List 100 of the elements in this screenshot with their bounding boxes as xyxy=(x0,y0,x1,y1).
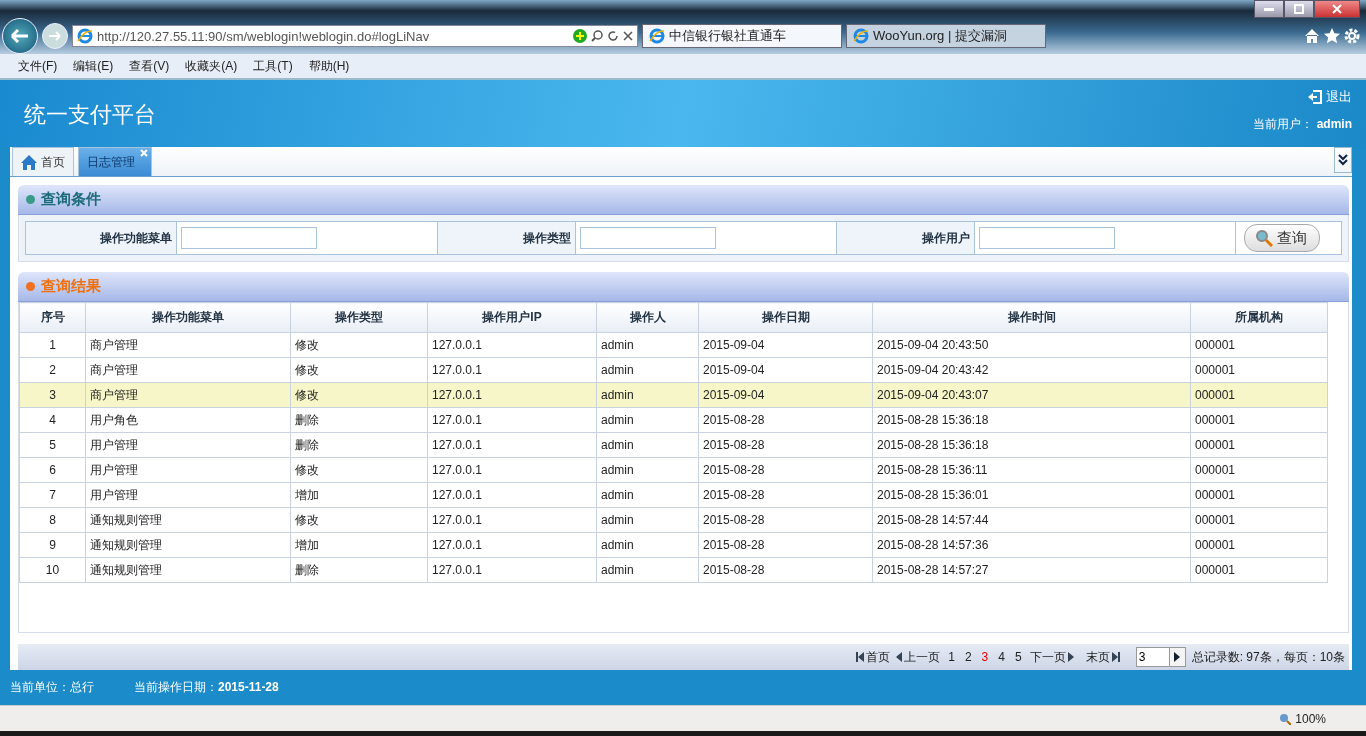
table-row[interactable]: 3 商户管理 修改 127.0.0.1 admin 2015-09-04 2015-09-04 20:43:07 000001 xyxy=(19,382,1328,408)
page-tab[interactable]: 首页 xyxy=(12,147,74,177)
page-link[interactable]: 4 xyxy=(996,650,1007,665)
table-row[interactable]: 10 通知规则管理 删除 127.0.0.1 admin 2015-08-28 2015-08-28 14:57:27 000001 xyxy=(19,557,1328,583)
table-cell: admin xyxy=(596,332,699,358)
column-header: 操作类型 xyxy=(290,302,428,333)
table-cell: 1 xyxy=(19,332,86,358)
unit-value: 总行 xyxy=(70,680,94,694)
next-page-link[interactable]: 下一页 xyxy=(1029,648,1074,666)
table-cell: 000001 xyxy=(1190,507,1328,533)
search-field[interactable] xyxy=(181,227,317,250)
last-page-link[interactable]: 末页 xyxy=(1085,648,1120,666)
table-row[interactable]: 8 通知规则管理 修改 127.0.0.1 admin 2015-08-28 2015-08-28 14:57:44 000001 xyxy=(19,507,1328,533)
close-button[interactable] xyxy=(1314,0,1360,18)
table-cell: 删除 xyxy=(290,557,428,583)
menu-item[interactable]: 文件(F) xyxy=(18,57,58,75)
table-cell: 2015-08-28 xyxy=(698,407,873,433)
table-cell: 000001 xyxy=(1190,382,1328,408)
table-cell: 2015-08-28 xyxy=(698,482,873,508)
prev-page-link[interactable]: 上一页 xyxy=(896,648,941,666)
browser-tab[interactable]: WooYun.org | 提交漏洞 xyxy=(846,24,1046,48)
page-input[interactable]: 3 xyxy=(1135,647,1170,668)
browser-tab[interactable]: 中信银行银社直通车 xyxy=(642,24,842,48)
table-row[interactable]: 2 商户管理 修改 127.0.0.1 admin 2015-09-04 2015-09-04 20:43:42 000001 xyxy=(19,357,1328,383)
chevron-down-icon xyxy=(1338,154,1348,167)
bullet-icon xyxy=(26,195,35,205)
table-cell: 8 xyxy=(19,507,86,533)
page-tab[interactable]: 日志管理 xyxy=(78,147,152,177)
triangle-left-icon xyxy=(896,652,903,663)
table-cell: 2015-09-04 20:43:42 xyxy=(872,357,1191,383)
table-cell: 2015-09-04 20:43:07 xyxy=(872,382,1191,408)
table-cell: 127.0.0.1 xyxy=(427,407,597,433)
home-icon[interactable] xyxy=(1304,28,1320,44)
column-header: 操作功能菜单 xyxy=(85,302,291,333)
table-cell: 用户角色 xyxy=(85,407,291,433)
address-bar[interactable]: http://120.27.55.11:90/sm/weblogin!weblogin.do#logLiNav xyxy=(72,25,638,47)
page-link[interactable]: 5 xyxy=(1012,650,1024,665)
page-link[interactable]: 1 xyxy=(946,650,957,665)
minimize-button[interactable] xyxy=(1254,0,1284,18)
section-title: 查询结果 xyxy=(41,277,101,297)
star-icon[interactable] xyxy=(1324,28,1340,44)
table-row[interactable]: 7 用户管理 增加 127.0.0.1 admin 2015-08-28 2015-08-28 15:36:01 000001 xyxy=(19,482,1328,508)
table-cell: admin xyxy=(596,357,699,383)
table-cell: 修改 xyxy=(290,382,428,408)
last-page-icon xyxy=(1111,652,1120,663)
record-summary: 总记录数: 97条，每页：10条 xyxy=(1191,648,1345,666)
table-cell: 000001 xyxy=(1190,357,1328,383)
table-cell: 增加 xyxy=(290,532,428,558)
table-cell: 000001 xyxy=(1190,332,1328,358)
table-cell: 2015-08-28 14:57:36 xyxy=(872,532,1191,558)
menu-item[interactable]: 工具(T) xyxy=(253,57,293,75)
forward-button[interactable] xyxy=(42,23,68,49)
table-cell: 2015-08-28 xyxy=(698,557,873,583)
search-button[interactable]: 查询 xyxy=(1244,224,1320,253)
menu-item[interactable]: 查看(V) xyxy=(129,57,170,75)
zoom-level[interactable]: 100% xyxy=(1295,711,1326,726)
app-title: 统一支付平台 xyxy=(23,101,156,129)
table-cell: 修改 xyxy=(290,507,428,533)
table-cell: 000001 xyxy=(1190,557,1328,583)
table-row[interactable]: 4 用户角色 删除 127.0.0.1 admin 2015-08-28 2015-08-28 15:36:18 000001 xyxy=(19,407,1328,433)
table-cell: 127.0.0.1 xyxy=(427,482,597,508)
home-icon xyxy=(21,154,37,170)
menu-item[interactable]: 收藏夹(A) xyxy=(185,57,238,75)
table-cell: admin xyxy=(596,482,699,508)
table-row[interactable]: 6 用户管理 修改 127.0.0.1 admin 2015-08-28 2015-08-28 15:36:11 000001 xyxy=(19,457,1328,483)
table-cell: admin xyxy=(596,432,699,458)
magnifier-icon xyxy=(1255,229,1273,248)
table-cell: 4 xyxy=(19,407,86,433)
browser-logo-icon xyxy=(853,28,869,44)
menu-item[interactable]: 编辑(E) xyxy=(73,57,114,75)
field-label: 操作类型 xyxy=(438,222,576,255)
column-header: 操作用户IP xyxy=(427,302,597,333)
table-cell: 5 xyxy=(19,432,86,458)
search-field[interactable] xyxy=(979,227,1115,250)
table-cell: 2015-09-04 xyxy=(698,382,873,408)
table-row[interactable]: 1 商户管理 修改 127.0.0.1 admin 2015-09-04 2015-09-04 20:43:50 000001 xyxy=(19,332,1328,358)
maximize-button[interactable] xyxy=(1284,0,1314,18)
zoom-icon xyxy=(1279,712,1292,725)
table-cell: 商户管理 xyxy=(85,357,291,383)
table-cell: 10 xyxy=(19,557,86,583)
user-name: admin xyxy=(1316,117,1352,131)
search-field[interactable] xyxy=(580,227,716,250)
arrow-left-icon xyxy=(11,29,29,43)
close-icon[interactable] xyxy=(140,149,148,158)
logout-link[interactable]: 退出 xyxy=(1308,88,1352,106)
table-row[interactable]: 5 用户管理 删除 127.0.0.1 admin 2015-08-28 2015-08-28 15:36:18 000001 xyxy=(19,432,1328,458)
table-cell: 9 xyxy=(19,532,86,558)
column-header: 所属机构 xyxy=(1190,302,1328,333)
table-row[interactable]: 9 通知规则管理 增加 127.0.0.1 admin 2015-08-28 2015-08-28 14:57:36 000001 xyxy=(19,532,1328,558)
settings-icon[interactable] xyxy=(1344,28,1360,44)
table-cell: 用户管理 xyxy=(85,432,291,458)
table-cell: 2015-08-28 15:36:18 xyxy=(872,407,1191,433)
back-button[interactable] xyxy=(2,18,38,54)
first-page-link[interactable]: 首页 xyxy=(856,648,891,666)
page-link[interactable]: 2 xyxy=(962,650,974,665)
expand-button[interactable] xyxy=(1334,147,1352,174)
user-label: 当前用户： xyxy=(1253,117,1314,131)
date-label: 当前操作日期： xyxy=(134,680,218,694)
arrow-right-icon xyxy=(49,31,61,41)
menu-item[interactable]: 帮助(H) xyxy=(308,57,350,75)
